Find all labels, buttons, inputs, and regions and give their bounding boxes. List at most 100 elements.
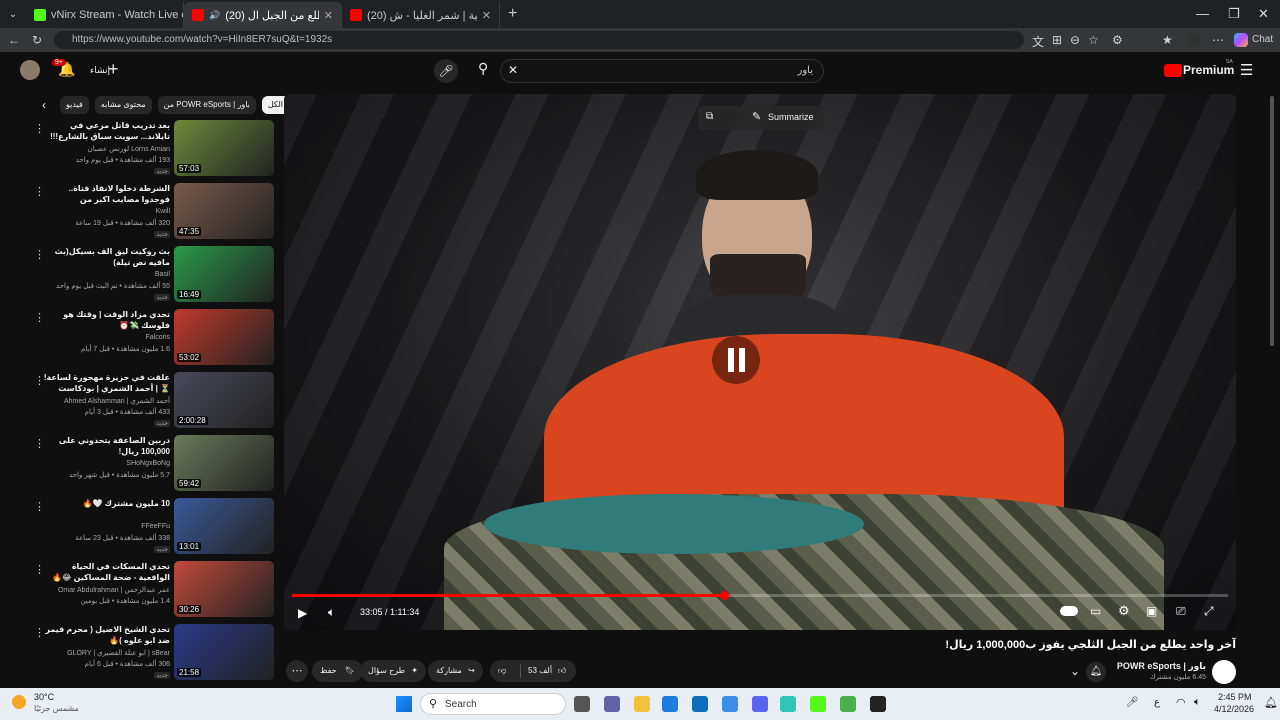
recommendation-channel[interactable]: SHoNgxBoNg xyxy=(40,460,170,467)
tab-kick[interactable]: vNirx Stream - Watch Live on Kick ✕ xyxy=(26,2,184,28)
minimize-icon[interactable]: — xyxy=(1196,6,1209,21)
ask-button[interactable]: طرح سؤال ✦ xyxy=(360,660,426,682)
start-icon[interactable] xyxy=(396,696,412,712)
recommendation-channel[interactable]: Omar Abdulrahman | عمر عبدالرحمن xyxy=(40,586,170,594)
recommendation-item[interactable]: 53:02 تحدي مزاد الوقت | وقتك هو فلوسك 💸⏰ F… xyxy=(30,309,276,369)
scrollbar[interactable] xyxy=(1270,96,1274,346)
store-icon[interactable] xyxy=(662,696,678,712)
weather-icon[interactable] xyxy=(12,695,26,709)
video-thumbnail[interactable]: 59:42 xyxy=(174,435,274,491)
edge-icon[interactable] xyxy=(780,696,796,712)
recommendation-channel[interactable]: Kwill xyxy=(40,208,170,215)
clock-date[interactable]: 4/12/2026 xyxy=(1214,704,1254,714)
new-tab-icon[interactable]: + xyxy=(508,5,517,23)
terminal-icon[interactable] xyxy=(870,696,886,712)
clock-time[interactable]: 2:45 PM xyxy=(1218,692,1252,702)
copilot-icon[interactable] xyxy=(1234,33,1248,47)
recommendation-title[interactable]: دربين الصاعقة يتحدوني على 100,000 ريال! xyxy=(40,435,170,457)
menu-icon[interactable]: ☰ xyxy=(1240,61,1253,79)
volume-tray-icon[interactable]: 🔈︎ xyxy=(1194,696,1201,709)
more-options-icon[interactable]: ⋮ xyxy=(34,437,45,450)
recommendation-item[interactable]: 30:26 تحدي المسكات في الحياة الواقعية - ض… xyxy=(30,561,276,621)
teams-icon[interactable] xyxy=(604,696,620,712)
recommendation-item[interactable]: 57:03 بعد تدريب قاتل مرعي في تايلاند... س… xyxy=(30,120,276,180)
more-icon[interactable]: ⋯ xyxy=(1212,33,1224,47)
channel-avatar[interactable] xyxy=(1212,660,1236,684)
cast-icon[interactable]: ⎚ xyxy=(1176,604,1186,619)
fullscreen-icon[interactable]: ⤢ xyxy=(1204,604,1214,619)
recommendation-title[interactable]: تحدي الشيخ الاصيل ( محرم قيمر ضد ابو علو… xyxy=(40,624,170,646)
profile-icon[interactable] xyxy=(1186,33,1200,47)
close-icon[interactable]: ✕ xyxy=(324,9,333,22)
recommendation-title[interactable]: تحدي مزاد الوقت | وقتك هو فلوسك 💸⏰ xyxy=(40,309,170,331)
like-icon[interactable]: 👍︎ xyxy=(558,660,566,682)
more-options-icon[interactable]: ⋮ xyxy=(34,248,45,261)
taskbar-search[interactable]: ⚲ Search xyxy=(420,693,566,715)
recommendation-title[interactable]: علقت في جزيرة مهجورة لساعة! ⏳ | أحمد الش… xyxy=(40,372,170,394)
recommendation-item[interactable]: 59:42 دربين الصاعقة يتحدوني على 100,000 ر… xyxy=(30,435,276,495)
video-thumbnail[interactable]: 30:26 xyxy=(174,561,274,617)
recommendation-title[interactable]: بث روكيت ليق الف بسيكل(بث مافيه نص تيلة) xyxy=(40,246,170,268)
chip-video[interactable]: فيديو xyxy=(60,96,89,114)
tab-actions-icon[interactable]: ⌄ xyxy=(0,9,26,20)
chrome-icon[interactable] xyxy=(840,696,856,712)
settings-icon[interactable]: ⚙ xyxy=(1118,603,1130,619)
chip-from-channel[interactable]: من POWR eSports | باور xyxy=(157,96,256,114)
recommendation-title[interactable]: تحدي المسكات في الحياة الواقعية - ضحة ال… xyxy=(40,561,170,583)
pip-icon[interactable]: ⧉ xyxy=(706,111,713,122)
clear-search-icon[interactable]: ✕ xyxy=(508,63,518,77)
weather-temp[interactable]: 30°C xyxy=(34,692,54,702)
file-explorer-icon[interactable] xyxy=(634,696,650,712)
recommendation-item[interactable]: 47:35 الشرطة دخلوا لانقاذ فتاة.. فوجدوا م… xyxy=(30,183,276,243)
search-input[interactable]: ياور xyxy=(500,59,824,83)
video-thumbnail[interactable]: 21:58 xyxy=(174,624,274,680)
summarize-chip[interactable]: ⧉ ✎ Summarize xyxy=(698,106,824,130)
recommendation-channel[interactable]: Basil xyxy=(40,271,170,278)
expand-chevron-icon[interactable]: ⌄ xyxy=(1070,664,1080,678)
more-actions-icon[interactable]: ⋯ xyxy=(286,660,308,682)
volume-icon[interactable]: 🔈︎ xyxy=(328,605,335,620)
dislike-icon[interactable]: 👎︎ xyxy=(498,660,506,682)
chip-similar[interactable]: محتوى مشابه xyxy=(94,96,152,114)
search-icon[interactable]: ⚲ xyxy=(478,60,488,77)
video-thumbnail[interactable]: 2:00:28 xyxy=(174,372,274,428)
progress-track[interactable] xyxy=(292,591,1228,600)
extension-icon[interactable]: ⚙ xyxy=(1112,33,1123,47)
more-options-icon[interactable]: ⋮ xyxy=(34,500,45,513)
close-icon[interactable]: ✕ xyxy=(482,9,491,22)
tab-youtube-active[interactable]: 🔊 (20) آخر واحد يطلع من الجبل ال ✕ xyxy=(184,2,342,28)
more-options-icon[interactable]: ⋮ xyxy=(34,563,45,576)
recommendation-channel[interactable]: Ahmed Alshammari | أحمد الشمري xyxy=(40,397,170,405)
voice-search-icon[interactable]: 🎤︎ xyxy=(434,59,458,83)
miniplayer-icon[interactable]: ▣ xyxy=(1146,604,1157,618)
window-close-icon[interactable]: ✕ xyxy=(1258,6,1269,22)
channel-name[interactable]: POWR eSports | باور xyxy=(1117,661,1206,672)
language-indicator[interactable]: ع xyxy=(1154,697,1160,708)
wifi-icon[interactable]: ◠ xyxy=(1176,696,1186,709)
subtitles-icon[interactable]: ▭ xyxy=(1090,604,1101,618)
notification-tray-icon[interactable]: 🔔︎ xyxy=(1264,696,1278,709)
video-thumbnail[interactable]: 16:49 xyxy=(174,246,274,302)
create-label[interactable]: إنشاء xyxy=(90,65,110,76)
recommendation-title[interactable]: الشرطة دخلوا لانقاذ فتاة.. فوجدوا مصايب … xyxy=(40,183,170,205)
translate-icon[interactable]: 文 xyxy=(1032,33,1044,50)
more-options-icon[interactable]: ⋮ xyxy=(34,185,45,198)
video-thumbnail[interactable]: 57:03 xyxy=(174,120,274,176)
favorites-bar-icon[interactable]: ★ xyxy=(1162,33,1173,47)
premium-label[interactable]: Premium xyxy=(1183,63,1234,77)
video-thumbnail[interactable]: 47:35 xyxy=(174,183,274,239)
chat-label[interactable]: Chat xyxy=(1252,34,1273,45)
zoom-icon[interactable]: ⊖ xyxy=(1070,33,1080,47)
more-options-icon[interactable]: ⋮ xyxy=(34,626,45,639)
subscribe-bell-icon[interactable]: 🔔︎ xyxy=(1086,662,1106,682)
recommendation-channel[interactable]: FFeeFFu xyxy=(40,523,170,530)
recommendation-channel[interactable]: Falcons xyxy=(40,334,170,341)
copilot-app-icon[interactable] xyxy=(722,696,738,712)
tab-youtube-2[interactable]: (20) شيلات حماسية | شمر الغليا - ش ✕ xyxy=(342,2,500,28)
mic-tray-icon[interactable]: 🎤︎ xyxy=(1126,697,1139,708)
pause-overlay-icon[interactable] xyxy=(712,336,760,384)
back-icon[interactable]: ← xyxy=(8,33,20,47)
recommendation-channel[interactable]: لورنس عصبان Lorns Amian xyxy=(40,145,170,153)
url-field[interactable]: https://www.youtube.com/watch?v=HiIn8ER7… xyxy=(54,31,1024,49)
recommendation-title[interactable]: بعد تدريب قاتل مرعي في تايلاند... سويت س… xyxy=(40,120,170,142)
